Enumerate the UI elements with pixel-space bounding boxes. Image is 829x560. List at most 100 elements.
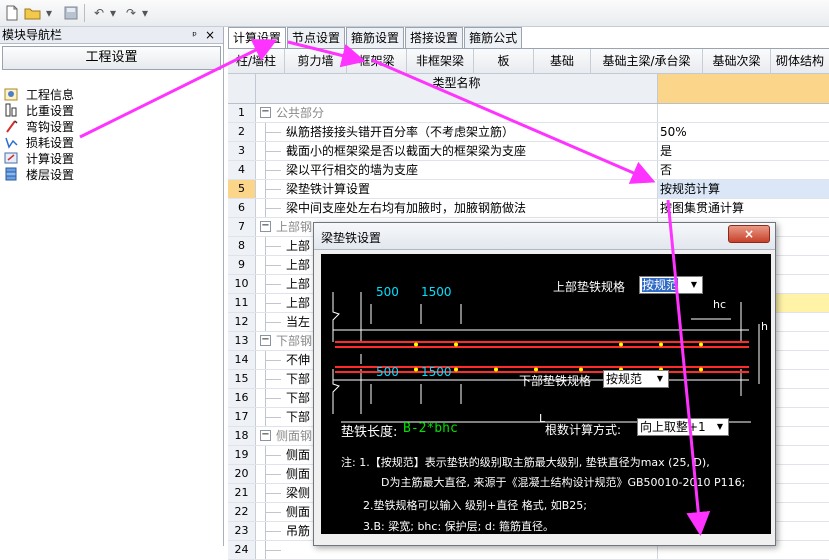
- table-row[interactable]: 1− 公共部分: [228, 104, 829, 123]
- subtab-masonry[interactable]: 砌体结构: [771, 49, 829, 74]
- row-number: 10: [228, 275, 256, 293]
- subtab-foundation[interactable]: 基础: [534, 49, 591, 74]
- setting-label: 截面小的框架梁是否以截面大的框架梁为支座: [286, 144, 527, 158]
- setting-name: 纵筋搭接接头错开百分率（不考虑架立筋）: [256, 123, 658, 141]
- group-label: 公共部分: [276, 106, 325, 120]
- undo-icon[interactable]: ↶: [90, 4, 108, 22]
- nav-item-floor[interactable]: 楼层设置: [4, 166, 223, 182]
- top-spec-label: 上部垫铁规格: [553, 280, 626, 294]
- nav-item-project-info[interactable]: 工程信息: [4, 86, 223, 102]
- row-number: 2: [228, 123, 256, 141]
- table-row[interactable]: 4 梁以平行相交的墙为支座 否: [228, 161, 829, 180]
- dim-1500-top: 1500: [421, 285, 452, 299]
- group-row-name: − 公共部分: [256, 104, 658, 122]
- setting-value[interactable]: 按图集贯通计算: [658, 199, 829, 217]
- group-label: 上部钢: [276, 220, 313, 234]
- row-number: 13: [228, 332, 256, 350]
- nav-item-calc[interactable]: 计算设置: [4, 150, 223, 166]
- module-navigation-panel: 模块导航栏 ᵖ × 工程设置 工程信息 比重设置 弯钩设置 损耗设置 计算设置 …: [0, 27, 224, 546]
- top-spec-select[interactable]: 按规范 ▼: [639, 276, 703, 294]
- dialog-title: 梁垫铁设置: [321, 231, 382, 245]
- subtab-slab[interactable]: 板: [474, 49, 534, 74]
- dialog-close-button[interactable]: ×: [728, 225, 770, 243]
- row-number: 4: [228, 161, 256, 179]
- row-number: 8: [228, 237, 256, 255]
- redo-icon[interactable]: ↷: [122, 4, 140, 22]
- row-number: 1: [228, 104, 256, 122]
- tab-stirrup-formula[interactable]: 箍筋公式: [464, 27, 523, 48]
- dim-500-bottom: 500: [376, 365, 399, 379]
- save-icon[interactable]: [62, 4, 80, 22]
- subtab-shear-wall[interactable]: 剪力墙: [285, 49, 347, 74]
- count-method-select[interactable]: 向上取整+1 ▼: [637, 418, 729, 436]
- spacer-length-formula: B-2*bhc: [403, 421, 458, 436]
- table-row[interactable]: 5 梁垫铁计算设置 按规范计算: [228, 180, 829, 199]
- tab-node-settings[interactable]: 节点设置: [287, 27, 346, 48]
- close-icon[interactable]: ×: [205, 27, 215, 44]
- subtab-non-frame-beam[interactable]: 非框架梁: [407, 49, 474, 74]
- table-row[interactable]: 2 纵筋搭接接头错开百分率（不考虑架立筋） 50%: [228, 123, 829, 142]
- count-method-label: 根数计算方式:: [545, 423, 622, 437]
- dropdown-icon[interactable]: ▾: [44, 4, 54, 22]
- row-number: 5: [228, 180, 256, 198]
- collapse-icon[interactable]: −: [260, 430, 271, 441]
- new-file-icon[interactable]: [3, 4, 21, 22]
- setting-value[interactable]: 50%: [658, 123, 829, 141]
- tree-line: [265, 303, 281, 304]
- open-folder-icon[interactable]: [24, 4, 42, 22]
- setting-label: 侧面: [286, 505, 311, 519]
- subtab-frame-beam[interactable]: 框架梁: [347, 49, 407, 74]
- table-row[interactable]: 3 截面小的框架梁是否以截面大的框架梁为支座 是: [228, 142, 829, 161]
- nav-header: 模块导航栏 ᵖ ×: [0, 27, 223, 44]
- tree-line: [265, 151, 281, 152]
- grid-header: 类型名称: [228, 74, 829, 104]
- setting-name: 梁垫铁计算设置: [256, 180, 658, 198]
- floor-icon: [4, 167, 20, 181]
- setting-label: 上部: [286, 277, 311, 291]
- tab-calc-settings[interactable]: 计算设置: [228, 27, 287, 49]
- collapse-icon[interactable]: −: [260, 107, 271, 118]
- dialog-diagram-panel: 500 1500 500 1500 hc h L 上部垫铁规格 按规范 ▼ 下部…: [321, 254, 771, 534]
- tree-line: [265, 417, 281, 418]
- pin-icon[interactable]: ᵖ: [192, 27, 197, 44]
- setting-label: 侧面: [286, 467, 311, 481]
- collapse-icon[interactable]: −: [260, 335, 271, 346]
- collapse-icon[interactable]: −: [260, 221, 271, 232]
- setting-value[interactable]: 否: [658, 161, 829, 179]
- setting-label: 下部: [286, 372, 311, 386]
- dropdown-icon[interactable]: ▾: [140, 4, 150, 22]
- dialog-title-bar: 梁垫铁设置 ×: [314, 223, 775, 250]
- tab-stirrup-settings[interactable]: 箍筋设置: [346, 27, 405, 48]
- grid-header-rownum: [228, 74, 256, 103]
- chevron-down-icon: ▼: [716, 422, 724, 431]
- count-method-value: 向上取整+1: [640, 420, 706, 434]
- height-label: h: [761, 320, 768, 333]
- tree-line: [265, 398, 281, 399]
- row-number: 16: [228, 389, 256, 407]
- bottom-spec-select[interactable]: 按规范 ▼: [603, 370, 669, 388]
- setting-value[interactable]: [658, 104, 829, 122]
- row-number: 14: [228, 351, 256, 369]
- tree-line: [265, 512, 281, 513]
- nav-item-loss[interactable]: 损耗设置: [4, 134, 223, 150]
- setting-value[interactable]: 按规范计算: [658, 180, 829, 198]
- nav-list: 工程信息 比重设置 弯钩设置 损耗设置 计算设置 楼层设置: [0, 70, 223, 182]
- nav-item-hook[interactable]: 弯钩设置: [4, 118, 223, 134]
- setting-value[interactable]: 是: [658, 142, 829, 160]
- subtab-foundation-main-beam[interactable]: 基础主梁/承台梁: [591, 49, 703, 74]
- tab-lap-settings[interactable]: 搭接设置: [405, 27, 464, 48]
- component-type-bar: 柱/墙柱 剪力墙 框架梁 非框架梁 板 基础 基础主梁/承台梁 基础次梁 砌体结…: [228, 48, 829, 74]
- project-settings-button[interactable]: 工程设置: [2, 46, 221, 70]
- nav-header-title: 模块导航栏: [2, 28, 63, 42]
- setting-label: 纵筋搭接接头错开百分率（不考虑架立筋）: [286, 125, 515, 139]
- table-row[interactable]: 6 梁中间支座处左右均有加腋时，加腋钢筋做法 按图集贯通计算: [228, 199, 829, 218]
- note-line-1: 注: 1.【按规范】表示垫铁的级别取主筋最大级别, 垫铁直径为max (25, …: [341, 456, 710, 469]
- nav-item-weight[interactable]: 比重设置: [4, 102, 223, 118]
- row-number: 21: [228, 484, 256, 502]
- subtab-foundation-secondary-beam[interactable]: 基础次梁: [703, 49, 771, 74]
- setting-label: 梁侧: [286, 486, 311, 500]
- calc-icon: [4, 151, 20, 165]
- chevron-down-icon: ▼: [656, 374, 664, 383]
- dropdown-icon[interactable]: ▾: [108, 4, 118, 22]
- subtab-column[interactable]: 柱/墙柱: [228, 49, 285, 74]
